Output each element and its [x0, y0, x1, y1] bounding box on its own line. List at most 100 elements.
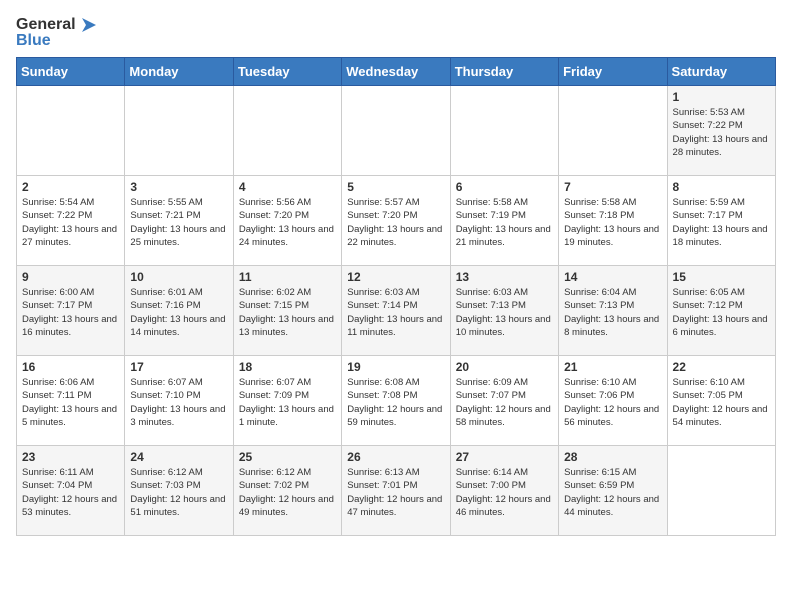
day-cell: 12Sunrise: 6:03 AM Sunset: 7:14 PM Dayli…	[342, 266, 450, 356]
day-cell: 23 Sunrise: 6:11 AM Sunset: 7:04 PM Dayli…	[17, 446, 125, 536]
day-number: 19	[347, 360, 444, 374]
day-number: 2	[22, 180, 119, 194]
day-number: 24	[130, 450, 227, 464]
week-row-3: 9 Sunrise: 6:00 AM Sunset: 7:17 PM Daylig…	[17, 266, 776, 356]
day-number: 3	[130, 180, 227, 194]
day-info: Sunrise: 5:58 AM Sunset: 7:18 PM Dayligh…	[564, 196, 661, 249]
day-cell: 16Sunrise: 6:06 AM Sunset: 7:11 PM Dayli…	[17, 356, 125, 446]
weekday-header-thursday: Thursday	[450, 58, 558, 86]
day-number: 6	[456, 180, 553, 194]
calendar: SundayMondayTuesdayWednesdayThursdayFrid…	[16, 57, 776, 536]
day-info: Sunrise: 6:07 AM Sunset: 7:10 PM Dayligh…	[130, 376, 227, 429]
day-number: 17	[130, 360, 227, 374]
day-number: 22	[673, 360, 770, 374]
day-info: Sunrise: 6:12 AM Sunset: 7:02 PM Dayligh…	[239, 466, 336, 519]
day-info: Sunrise: 6:07 AM Sunset: 7:09 PM Dayligh…	[239, 376, 336, 429]
day-number: 7	[564, 180, 661, 194]
day-info: Sunrise: 5:56 AM Sunset: 7:20 PM Dayligh…	[239, 196, 336, 249]
day-number: 10	[130, 270, 227, 284]
day-info: Sunrise: 6:05 AM Sunset: 7:12 PM Dayligh…	[673, 286, 770, 339]
day-info: Sunrise: 6:11 AM Sunset: 7:04 PM Dayligh…	[22, 466, 119, 519]
day-cell	[17, 86, 125, 176]
day-number: 11	[239, 270, 336, 284]
day-cell: 22 Sunrise: 6:10 AM Sunset: 7:05 PM Dayli…	[667, 356, 775, 446]
week-row-2: 2 Sunrise: 5:54 AM Sunset: 7:22 PM Daylig…	[17, 176, 776, 266]
day-cell: 15 Sunrise: 6:05 AM Sunset: 7:12 PM Dayli…	[667, 266, 775, 356]
day-info: Sunrise: 5:59 AM Sunset: 7:17 PM Dayligh…	[673, 196, 770, 249]
day-info: Sunrise: 6:01 AM Sunset: 7:16 PM Dayligh…	[130, 286, 227, 339]
day-cell: 14 Sunrise: 6:04 AM Sunset: 7:13 PM Dayli…	[559, 266, 667, 356]
day-info: Sunrise: 6:06 AM Sunset: 7:11 PM Dayligh…	[22, 376, 119, 429]
day-cell: 10 Sunrise: 6:01 AM Sunset: 7:16 PM Dayli…	[125, 266, 233, 356]
day-cell: 26Sunrise: 6:13 AM Sunset: 7:01 PM Dayli…	[342, 446, 450, 536]
day-cell: 28 Sunrise: 6:15 AM Sunset: 6:59 PM Dayli…	[559, 446, 667, 536]
day-number: 9	[22, 270, 119, 284]
day-cell	[125, 86, 233, 176]
day-number: 28	[564, 450, 661, 464]
weekday-header-sunday: Sunday	[17, 58, 125, 86]
day-cell: 9 Sunrise: 6:00 AM Sunset: 7:17 PM Daylig…	[17, 266, 125, 356]
day-number: 4	[239, 180, 336, 194]
day-cell: 8 Sunrise: 5:59 AM Sunset: 7:17 PM Daylig…	[667, 176, 775, 266]
header: General Blue	[16, 16, 776, 49]
day-number: 13	[456, 270, 553, 284]
week-row-5: 23 Sunrise: 6:11 AM Sunset: 7:04 PM Dayli…	[17, 446, 776, 536]
weekday-header-wednesday: Wednesday	[342, 58, 450, 86]
day-info: Sunrise: 6:10 AM Sunset: 7:05 PM Dayligh…	[673, 376, 770, 429]
weekday-header-tuesday: Tuesday	[233, 58, 341, 86]
day-info: Sunrise: 6:14 AM Sunset: 7:00 PM Dayligh…	[456, 466, 553, 519]
weekday-header-row: SundayMondayTuesdayWednesdayThursdayFrid…	[17, 58, 776, 86]
day-number: 12	[347, 270, 444, 284]
day-cell: 18 Sunrise: 6:07 AM Sunset: 7:09 PM Dayli…	[233, 356, 341, 446]
logo-blue: Blue	[16, 32, 96, 50]
day-info: Sunrise: 6:13 AM Sunset: 7:01 PM Dayligh…	[347, 466, 444, 519]
day-number: 14	[564, 270, 661, 284]
day-info: Sunrise: 6:03 AM Sunset: 7:13 PM Dayligh…	[456, 286, 553, 339]
day-cell	[233, 86, 341, 176]
day-info: Sunrise: 6:09 AM Sunset: 7:07 PM Dayligh…	[456, 376, 553, 429]
day-cell	[559, 86, 667, 176]
day-number: 1	[673, 90, 770, 104]
day-cell: 20 Sunrise: 6:09 AM Sunset: 7:07 PM Dayli…	[450, 356, 558, 446]
day-cell: 6 Sunrise: 5:58 AM Sunset: 7:19 PM Daylig…	[450, 176, 558, 266]
day-number: 25	[239, 450, 336, 464]
day-info: Sunrise: 6:02 AM Sunset: 7:15 PM Dayligh…	[239, 286, 336, 339]
weekday-header-saturday: Saturday	[667, 58, 775, 86]
day-number: 27	[456, 450, 553, 464]
day-cell: 5Sunrise: 5:57 AM Sunset: 7:20 PM Daylig…	[342, 176, 450, 266]
day-info: Sunrise: 6:04 AM Sunset: 7:13 PM Dayligh…	[564, 286, 661, 339]
day-info: Sunrise: 5:53 AM Sunset: 7:22 PM Dayligh…	[673, 106, 770, 159]
day-cell: 24 Sunrise: 6:12 AM Sunset: 7:03 PM Dayli…	[125, 446, 233, 536]
day-cell	[667, 446, 775, 536]
day-info: Sunrise: 6:10 AM Sunset: 7:06 PM Dayligh…	[564, 376, 661, 429]
logo-wordmark: General Blue	[16, 16, 96, 49]
day-cell	[342, 86, 450, 176]
week-row-4: 16Sunrise: 6:06 AM Sunset: 7:11 PM Dayli…	[17, 356, 776, 446]
day-cell: 25 Sunrise: 6:12 AM Sunset: 7:02 PM Dayli…	[233, 446, 341, 536]
day-info: Sunrise: 5:58 AM Sunset: 7:19 PM Dayligh…	[456, 196, 553, 249]
weekday-header-monday: Monday	[125, 58, 233, 86]
day-cell: 17 Sunrise: 6:07 AM Sunset: 7:10 PM Dayli…	[125, 356, 233, 446]
day-info: Sunrise: 5:54 AM Sunset: 7:22 PM Dayligh…	[22, 196, 119, 249]
weekday-header-friday: Friday	[559, 58, 667, 86]
day-cell: 21 Sunrise: 6:10 AM Sunset: 7:06 PM Dayli…	[559, 356, 667, 446]
day-cell: 13 Sunrise: 6:03 AM Sunset: 7:13 PM Dayli…	[450, 266, 558, 356]
day-cell	[450, 86, 558, 176]
day-number: 21	[564, 360, 661, 374]
day-number: 8	[673, 180, 770, 194]
day-number: 18	[239, 360, 336, 374]
day-cell: 2 Sunrise: 5:54 AM Sunset: 7:22 PM Daylig…	[17, 176, 125, 266]
day-cell: 11 Sunrise: 6:02 AM Sunset: 7:15 PM Dayli…	[233, 266, 341, 356]
day-number: 23	[22, 450, 119, 464]
day-cell: 27 Sunrise: 6:14 AM Sunset: 7:00 PM Dayli…	[450, 446, 558, 536]
day-cell: 7 Sunrise: 5:58 AM Sunset: 7:18 PM Daylig…	[559, 176, 667, 266]
day-info: Sunrise: 6:15 AM Sunset: 6:59 PM Dayligh…	[564, 466, 661, 519]
day-cell: 4 Sunrise: 5:56 AM Sunset: 7:20 PM Daylig…	[233, 176, 341, 266]
day-info: Sunrise: 5:55 AM Sunset: 7:21 PM Dayligh…	[130, 196, 227, 249]
day-number: 15	[673, 270, 770, 284]
day-cell: 1 Sunrise: 5:53 AM Sunset: 7:22 PM Daylig…	[667, 86, 775, 176]
day-number: 20	[456, 360, 553, 374]
day-info: Sunrise: 6:12 AM Sunset: 7:03 PM Dayligh…	[130, 466, 227, 519]
day-cell: 19Sunrise: 6:08 AM Sunset: 7:08 PM Dayli…	[342, 356, 450, 446]
day-info: Sunrise: 6:00 AM Sunset: 7:17 PM Dayligh…	[22, 286, 119, 339]
